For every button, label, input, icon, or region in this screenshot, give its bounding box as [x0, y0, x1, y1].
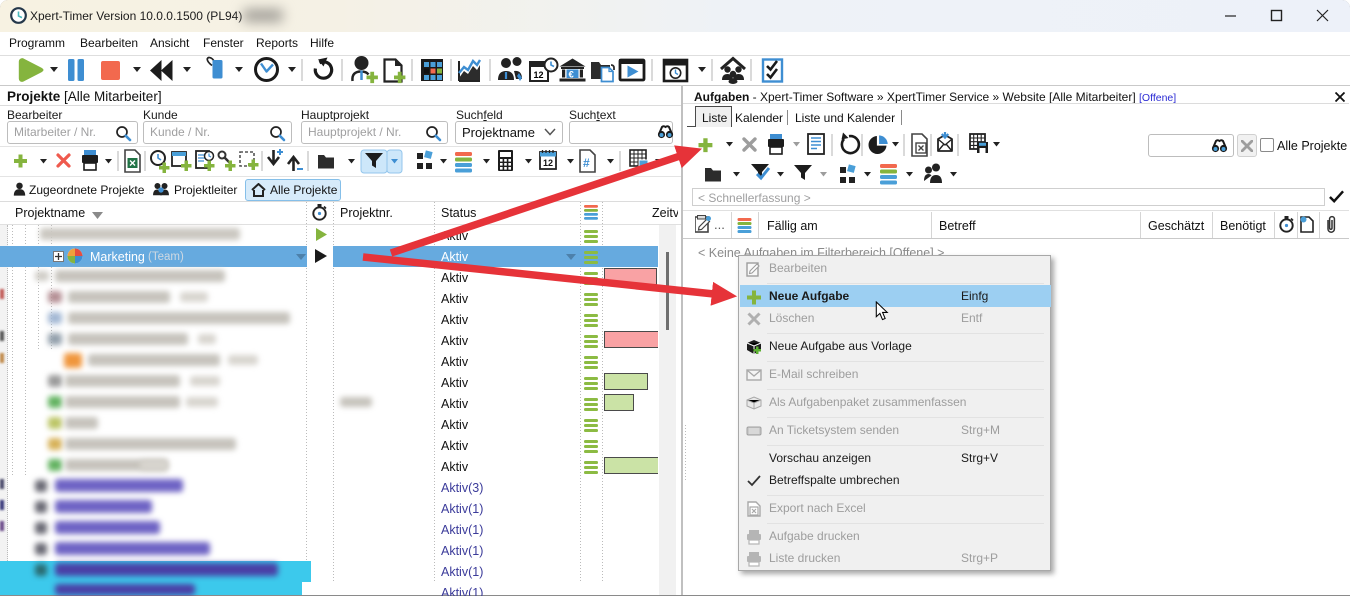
- svg-text:€: €: [569, 70, 575, 81]
- svg-text:12: 12: [543, 158, 553, 168]
- svg-text:12: 12: [534, 70, 544, 80]
- svg-text:#: #: [583, 156, 590, 170]
